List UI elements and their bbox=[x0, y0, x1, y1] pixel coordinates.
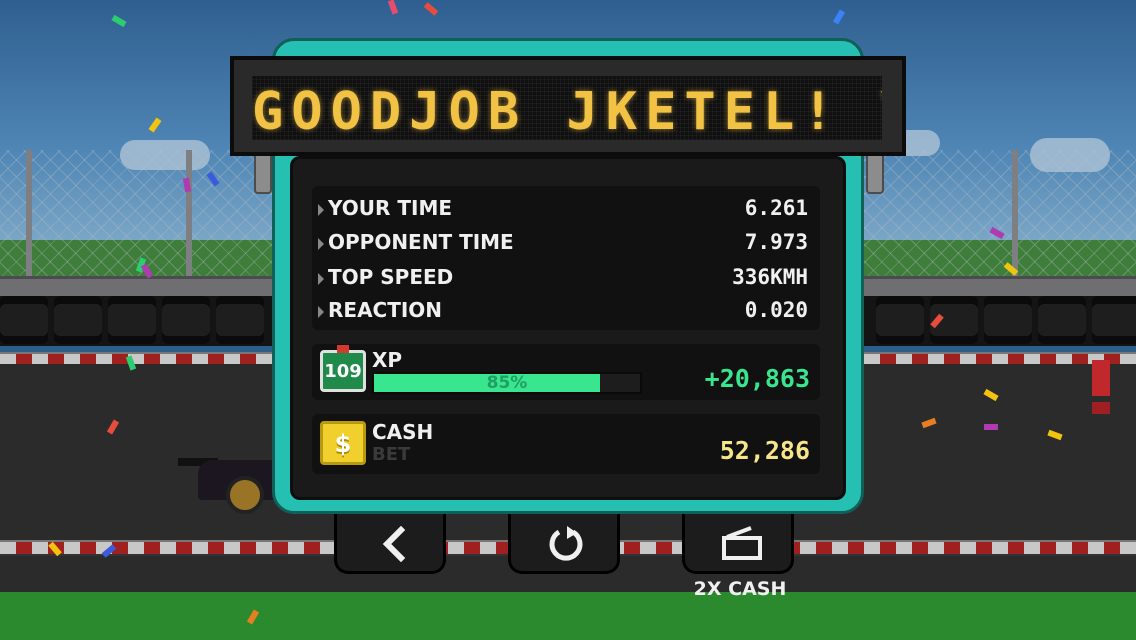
stat-row-reaction: REACTION 0.020 bbox=[312, 294, 820, 328]
fence-post bbox=[186, 150, 192, 280]
xp-gain: +20,863 bbox=[704, 364, 810, 393]
exclamation-icon bbox=[1092, 360, 1110, 416]
tire bbox=[984, 296, 1032, 344]
back-button[interactable] bbox=[334, 514, 446, 574]
level-badge: 109 bbox=[320, 345, 366, 392]
led-screen: GOODJOB JKETEL! YOU bbox=[252, 76, 882, 140]
race-stats: YOUR TIME 6.261 OPPONENT TIME 7.973 TOP … bbox=[312, 186, 820, 330]
stat-row-top-speed: TOP SPEED 336KMH bbox=[312, 261, 820, 295]
bet-label: BET bbox=[372, 444, 411, 465]
sign-bracket-left bbox=[254, 150, 272, 194]
fence-post bbox=[1012, 150, 1018, 280]
stat-label: TOP SPEED bbox=[317, 265, 454, 289]
stat-row-opponent-time: OPPONENT TIME 7.973 bbox=[312, 226, 820, 260]
chevron-left-icon bbox=[382, 526, 406, 562]
level-number: 109 bbox=[324, 361, 362, 382]
stat-value: 6.261 bbox=[744, 196, 808, 220]
dollar-icon: $ bbox=[320, 421, 366, 465]
stat-label: YOUR TIME bbox=[317, 196, 453, 220]
double-cash-caption: 2X CASH bbox=[693, 578, 787, 600]
stat-value: 0.020 bbox=[744, 298, 808, 322]
stat-value: 336KMH bbox=[732, 265, 808, 289]
tire bbox=[0, 296, 48, 344]
tire bbox=[162, 296, 210, 344]
video-ad-icon bbox=[722, 526, 762, 560]
tire bbox=[216, 296, 264, 344]
stat-value: 7.973 bbox=[744, 230, 808, 254]
stat-label: OPPONENT TIME bbox=[318, 230, 514, 254]
restart-icon bbox=[549, 526, 583, 561]
tire bbox=[54, 296, 102, 344]
tire bbox=[1038, 296, 1086, 344]
confetti bbox=[984, 424, 998, 430]
sign-bracket-right bbox=[866, 150, 884, 194]
tire bbox=[876, 296, 924, 344]
double-cash-button[interactable] bbox=[682, 514, 794, 574]
stat-label: REACTION bbox=[317, 298, 443, 322]
fence-post bbox=[26, 150, 32, 280]
cash-label: CASH bbox=[372, 420, 434, 444]
cash-value: 52,286 bbox=[719, 436, 810, 465]
xp-progress-text: 85% bbox=[486, 373, 528, 393]
xp-progress-bar: 85% bbox=[372, 372, 642, 394]
xp-label: XP bbox=[372, 348, 403, 372]
stat-row-your-time: YOUR TIME 6.261 bbox=[312, 192, 820, 226]
foreground-grass bbox=[0, 592, 1136, 640]
restart-button[interactable] bbox=[508, 514, 620, 574]
car-wheel bbox=[226, 476, 264, 514]
tire bbox=[108, 296, 156, 344]
banner-message: GOODJOB JKETEL! YOU bbox=[252, 82, 882, 140]
tire bbox=[1092, 296, 1136, 344]
